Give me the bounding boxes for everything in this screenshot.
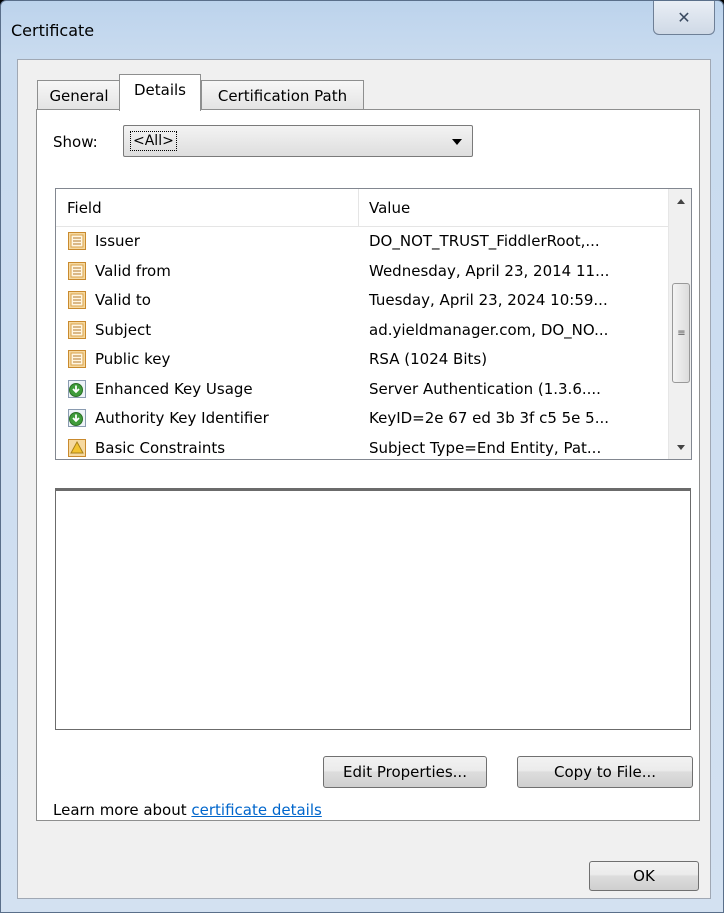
- scroll-down-button[interactable]: [669, 435, 691, 459]
- dropdown-arrow-icon: [452, 139, 462, 145]
- list-row[interactable]: Authority Key Identifier KeyID=2e 67 ed 3…: [56, 404, 668, 434]
- list-row[interactable]: Public key RSA (1024 Bits): [56, 345, 668, 375]
- vertical-scrollbar[interactable]: ≡: [668, 189, 691, 459]
- list-row[interactable]: Issuer DO_NOT_TRUST_FiddlerRoot,...: [56, 227, 668, 257]
- certificate-field-icon: [67, 261, 87, 281]
- certificate-field-icon: [67, 349, 87, 369]
- row-field-value: KeyID=2e 67 ed 3b 3f c5 5e 5...: [369, 409, 610, 427]
- row-field-value: ad.yieldmanager.com, DO_NO...: [369, 320, 609, 339]
- row-field-name: Enhanced Key Usage: [95, 379, 253, 398]
- row-field-name: Authority Key Identifier: [95, 409, 269, 427]
- row-field-name: Issuer: [95, 232, 140, 250]
- certificate-window: Certificate ✕ General Details Certificat…: [0, 0, 724, 913]
- field-list[interactable]: Field Value Issuer DO_NOT_TRUST_FiddlerRo…: [55, 188, 692, 460]
- extension-field-icon: [67, 408, 87, 428]
- show-select[interactable]: <All>: [123, 125, 473, 157]
- list-row[interactable]: Valid to Tuesday, April 23, 2024 10:59...: [56, 286, 668, 316]
- tab-general[interactable]: General: [37, 80, 121, 110]
- field-detail-textbox[interactable]: [55, 488, 691, 730]
- list-row[interactable]: Subject ad.yieldmanager.com, DO_NO...: [56, 316, 668, 346]
- ok-button[interactable]: OK: [589, 861, 699, 891]
- list-rows: Issuer DO_NOT_TRUST_FiddlerRoot,... Valid …: [56, 227, 668, 460]
- row-field-value: DO_NOT_TRUST_FiddlerRoot,...: [369, 232, 600, 250]
- row-field-name: Valid to: [95, 291, 151, 309]
- grip-icon: ≡: [677, 327, 685, 339]
- list-row[interactable]: Basic Constraints Subject Type=End Entity…: [56, 434, 668, 460]
- dialog-client-area: General Details Certification Path Show:…: [17, 59, 711, 899]
- show-label: Show:: [53, 133, 98, 151]
- copy-to-file-button[interactable]: Copy to File...: [517, 756, 693, 788]
- row-field-value: Server Authentication (1.3.6....: [369, 379, 601, 398]
- scroll-down-arrow-icon: [676, 444, 685, 450]
- title-bar[interactable]: Certificate ✕: [1, 1, 723, 57]
- list-row[interactable]: Enhanced Key Usage Server Authentication …: [56, 375, 668, 405]
- scroll-up-button[interactable]: [669, 189, 691, 213]
- row-field-name: Subject: [95, 320, 152, 339]
- list-row[interactable]: Valid from Wednesday, April 23, 2014 11..…: [56, 257, 668, 287]
- row-field-value: Subject Type=End Entity, Pat...: [369, 438, 602, 457]
- details-tab-panel: Show: <All> Field Value Issuer DO_NOT_TRU…: [36, 109, 700, 821]
- show-select-value: <All>: [130, 131, 177, 151]
- list-header: Field Value: [56, 189, 668, 227]
- tab-certification-path[interactable]: Certification Path: [201, 80, 364, 110]
- extension-field-icon: [67, 379, 87, 399]
- row-field-name: Basic Constraints: [95, 438, 226, 457]
- critical-extension-icon: [67, 438, 87, 458]
- row-field-value: RSA (1024 Bits): [369, 350, 488, 368]
- edit-properties-button[interactable]: Edit Properties...: [323, 756, 487, 788]
- column-header-field[interactable]: Field: [67, 199, 102, 217]
- column-header-value[interactable]: Value: [369, 199, 410, 217]
- certificate-field-icon: [67, 231, 87, 251]
- row-field-value: Tuesday, April 23, 2024 10:59...: [369, 291, 608, 309]
- row-field-value: Wednesday, April 23, 2014 11...: [369, 261, 610, 280]
- learn-more-prefix: Learn more about: [53, 801, 192, 819]
- row-field-name: Valid from: [95, 261, 171, 280]
- certificate-field-icon: [67, 290, 87, 310]
- row-field-name: Public key: [95, 350, 171, 368]
- tab-details[interactable]: Details: [119, 74, 201, 111]
- certificate-details-link[interactable]: certificate details: [191, 801, 321, 819]
- scroll-up-arrow-icon: [676, 198, 685, 204]
- close-icon: ✕: [677, 8, 691, 27]
- learn-more-text: Learn more about certificate details: [53, 801, 322, 819]
- column-divider[interactable]: [358, 189, 359, 227]
- certificate-field-icon: [67, 320, 87, 340]
- close-button[interactable]: ✕: [653, 1, 715, 35]
- window-title: Certificate: [11, 21, 95, 40]
- scroll-thumb[interactable]: ≡: [672, 283, 690, 383]
